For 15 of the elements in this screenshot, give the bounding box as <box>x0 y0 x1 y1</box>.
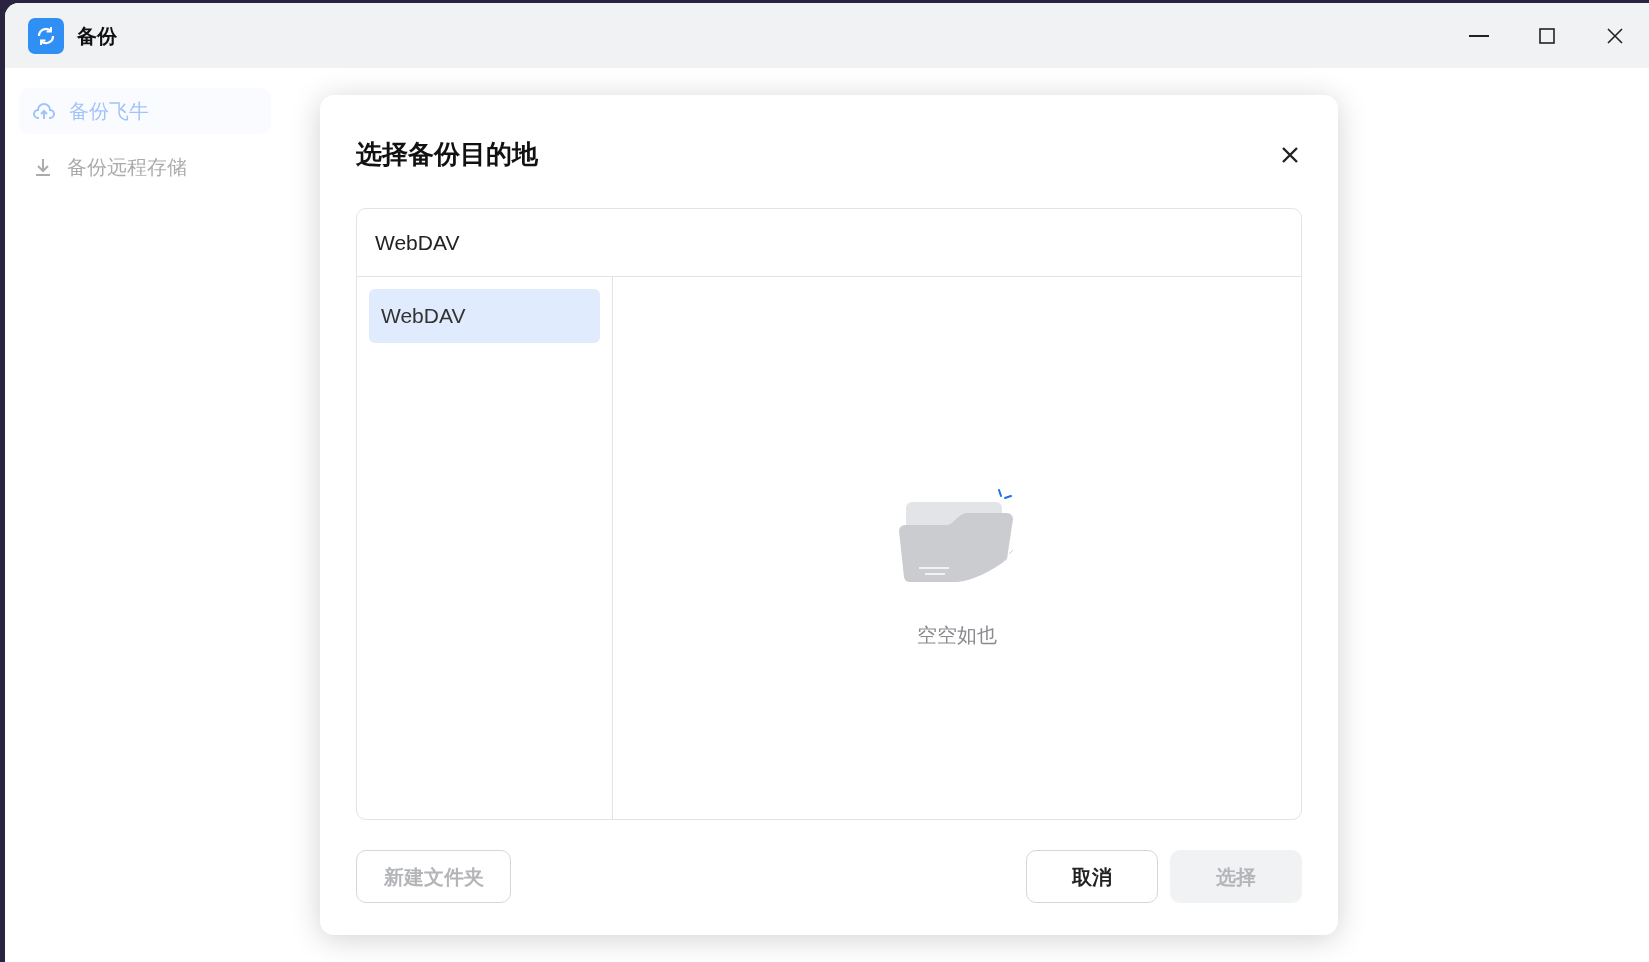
path-field[interactable]: WebDAV <box>375 226 460 259</box>
maximize-icon <box>1539 27 1555 44</box>
app-logo-icon <box>28 17 64 54</box>
dialog-title: 选择备份目的地 <box>356 138 538 171</box>
cancel-button[interactable]: 取消 <box>1026 850 1158 903</box>
cloud-upload-icon <box>33 101 55 121</box>
close-icon <box>1281 145 1299 164</box>
download-icon <box>33 157 53 177</box>
close-icon <box>1607 27 1623 44</box>
location-item[interactable]: WebDAV <box>369 289 600 343</box>
minimize-icon <box>1469 34 1489 37</box>
window-title: 备份 <box>77 23 117 49</box>
sidebar-item[interactable]: 备份飞牛 <box>19 88 271 134</box>
empty-message: 空空如也 <box>917 623 997 648</box>
sidebar-item[interactable]: 备份远程存储 <box>19 144 271 190</box>
